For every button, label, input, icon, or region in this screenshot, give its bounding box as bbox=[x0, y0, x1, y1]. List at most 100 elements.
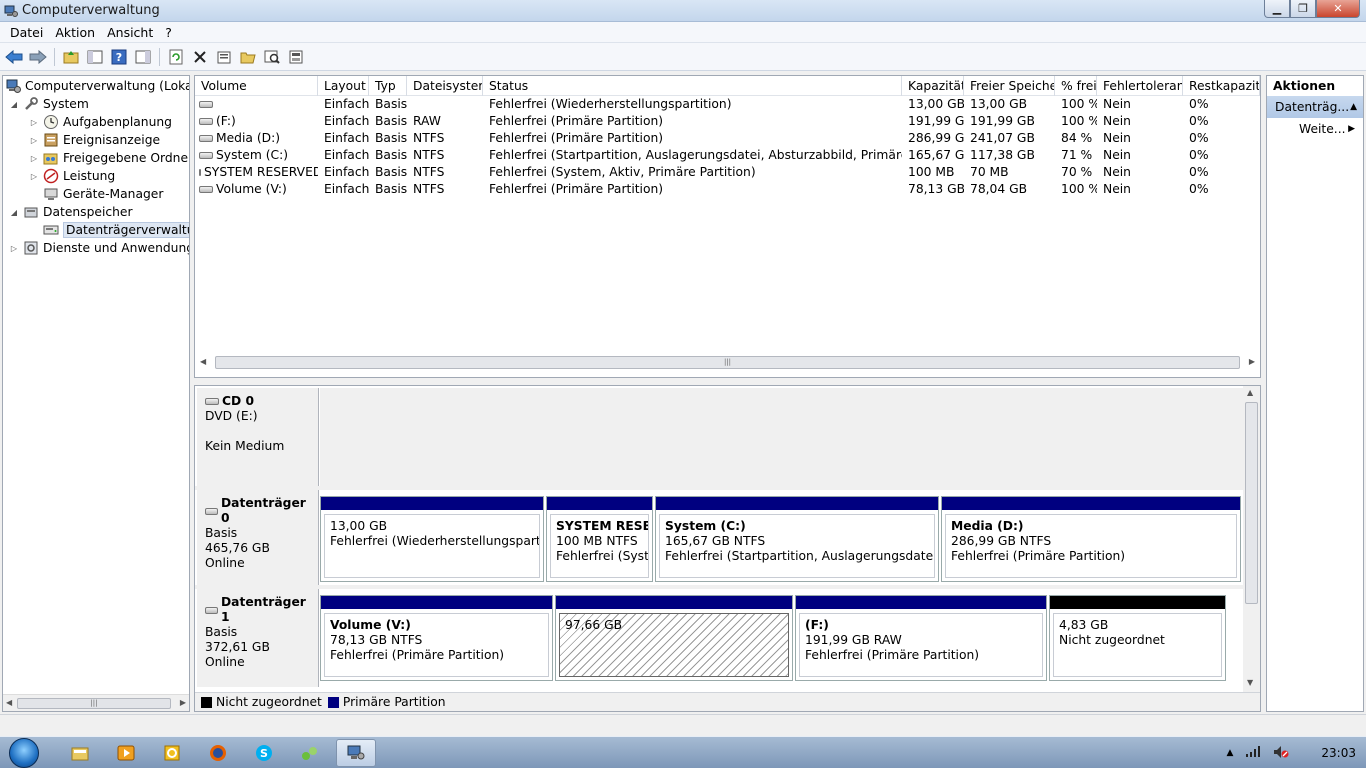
table-row[interactable]: (F:) Einfach Basis RAW Fehlerfrei (Primä… bbox=[195, 113, 1260, 130]
table-row[interactable]: Einfach Basis Fehlerfrei (Wiederherstell… bbox=[195, 96, 1260, 113]
partition-selected-hatched[interactable]: 97,66 GB bbox=[555, 595, 793, 681]
network-app-icon bbox=[302, 747, 317, 760]
partition-volume-v[interactable]: Volume (V:) 78,13 GB NTFS Fehlerfrei (Prim… bbox=[320, 595, 553, 681]
services-icon bbox=[23, 240, 39, 256]
disk-info-cd0[interactable]: CD 0 DVD (E:) Kein Medium bbox=[197, 388, 319, 486]
clock-icon bbox=[43, 114, 59, 130]
volume-muted-icon[interactable] bbox=[1273, 745, 1289, 762]
table-row[interactable]: Media (D:) Einfach Basis NTFS Fehlerfrei… bbox=[195, 130, 1260, 147]
tree-item-aufgabenplanung[interactable]: ▷ Aufgabenplanung bbox=[29, 113, 172, 131]
taskbar-firefox[interactable] bbox=[198, 739, 238, 767]
menu-ansicht[interactable]: Ansicht bbox=[101, 25, 159, 40]
minimize-button[interactable]: ▁ bbox=[1264, 0, 1290, 18]
tree-item-leistung[interactable]: ▷ Leistung bbox=[29, 167, 115, 185]
col-dateisystem[interactable]: Dateisystem bbox=[407, 76, 483, 96]
actions-section-datentraeger[interactable]: Datenträg... ▲ bbox=[1267, 96, 1363, 118]
col-status[interactable]: Status bbox=[483, 76, 902, 96]
menu-aktion[interactable]: Aktion bbox=[49, 25, 101, 40]
taskbar-outlook[interactable] bbox=[152, 739, 192, 767]
partition-recovery[interactable]: 13,00 GB Fehlerfrei (Wiederherstellungspa… bbox=[320, 496, 544, 582]
partition-system-reserved[interactable]: SYSTEM RESERVI100 MB NTFSFehlerfrei (Sys… bbox=[546, 496, 653, 582]
scroll-left-icon[interactable]: ◀ bbox=[6, 698, 12, 707]
scroll-left-icon[interactable]: ◀ bbox=[200, 357, 206, 366]
disk0-area: 13,00 GB Fehlerfrei (Wiederherstellungspa… bbox=[320, 490, 1245, 585]
help-icon[interactable]: ? bbox=[109, 47, 129, 67]
col-layout[interactable]: Layout bbox=[318, 76, 369, 96]
scroll-up-icon[interactable]: ▲ bbox=[1247, 388, 1253, 397]
taskbar-computer-management[interactable] bbox=[336, 739, 376, 767]
start-button[interactable] bbox=[4, 737, 44, 768]
disk-info-disk1[interactable]: Datenträger 1 Basis 372,61 GB Online bbox=[197, 589, 319, 687]
disk-panel-vertical-scrollbar[interactable]: ▲ ▼ bbox=[1243, 386, 1260, 693]
tree-item-computerverwaltung[interactable]: Computerverwaltung (Lokal) bbox=[5, 77, 189, 95]
taskbar-network-app[interactable] bbox=[290, 739, 330, 767]
tree-item-freigegebene-ordner[interactable]: ▷ Freigegebene Ordner bbox=[29, 149, 189, 167]
tree-item-datenspeicher[interactable]: ◢ Datenspeicher bbox=[9, 203, 133, 221]
expand-icon[interactable]: ▷ bbox=[29, 154, 39, 163]
col-volume[interactable]: Volume bbox=[195, 76, 318, 96]
tree-item-datentraegerverwaltung[interactable]: Datenträgerverwaltung bbox=[43, 221, 189, 239]
partition-f[interactable]: (F:) 191,99 GB RAW Fehlerfrei (Primäre Par… bbox=[795, 595, 1047, 681]
partition-system-c[interactable]: System (C:) 165,67 GB NTFS Fehlerfrei (Sta… bbox=[655, 496, 939, 582]
table-row[interactable]: System (C:) Einfach Basis NTFS Fehlerfre… bbox=[195, 147, 1260, 164]
show-hide-tree-icon[interactable] bbox=[85, 47, 105, 67]
expand-icon[interactable]: ▷ bbox=[29, 118, 39, 127]
col-typ[interactable]: Typ bbox=[369, 76, 407, 96]
storage-icon bbox=[23, 204, 39, 220]
col-freier-speicher[interactable]: Freier Speicher bbox=[964, 76, 1055, 96]
show-hide-action-pane-icon[interactable] bbox=[133, 47, 153, 67]
menu-bar: Datei Aktion Ansicht ? bbox=[0, 22, 1366, 43]
device-manager-icon bbox=[43, 186, 59, 202]
collapse-icon[interactable]: ◢ bbox=[9, 208, 19, 217]
back-arrow-icon[interactable] bbox=[4, 47, 24, 67]
menu-help[interactable]: ? bbox=[159, 25, 178, 40]
scroll-right-icon[interactable]: ▶ bbox=[1249, 357, 1255, 366]
taskbar-explorer[interactable] bbox=[60, 739, 100, 767]
scroll-right-icon[interactable]: ▶ bbox=[180, 698, 186, 707]
delete-icon[interactable] bbox=[190, 47, 210, 67]
show-hidden-icons-icon[interactable]: ▲ bbox=[1226, 748, 1233, 758]
partition-unallocated[interactable]: 4,83 GB Nicht zugeordnet bbox=[1049, 595, 1226, 681]
computer-management-icon bbox=[5, 78, 21, 94]
open-folder-icon[interactable] bbox=[238, 47, 258, 67]
col-kapazitaet[interactable]: Kapazität bbox=[902, 76, 964, 96]
scroll-down-icon[interactable]: ▼ bbox=[1247, 678, 1253, 687]
tree-item-geraete-manager[interactable]: Geräte-Manager bbox=[43, 185, 163, 203]
expand-icon[interactable]: ▷ bbox=[9, 244, 19, 253]
tree-horizontal-scrollbar[interactable]: ◀ ||| ▶ bbox=[3, 694, 189, 711]
table-row[interactable]: SYSTEM RESERVED Einfach Basis NTFS Fehle… bbox=[195, 164, 1260, 181]
scrollbar-thumb[interactable]: ||| bbox=[215, 356, 1240, 369]
expand-icon[interactable]: ▷ bbox=[29, 136, 39, 145]
scrollbar-thumb[interactable]: ||| bbox=[17, 698, 171, 709]
partition-media-d[interactable]: Media (D:) 286,99 GB NTFS Fehlerfrei (Prim… bbox=[941, 496, 1241, 582]
tree-item-system[interactable]: ◢ System bbox=[9, 95, 89, 113]
taskbar: S ▲ 23:03 bbox=[0, 736, 1366, 768]
forward-arrow-icon[interactable] bbox=[28, 47, 48, 67]
action-weitere[interactable]: Weite... ▶ bbox=[1267, 118, 1363, 140]
tree-item-ereignisanzeige[interactable]: ▷ Ereignisanzeige bbox=[29, 131, 160, 149]
scrollbar-thumb[interactable] bbox=[1245, 402, 1258, 604]
maximize-button[interactable]: ❐ bbox=[1290, 0, 1316, 18]
collapse-icon[interactable]: ◢ bbox=[9, 100, 19, 109]
search-icon[interactable] bbox=[262, 47, 282, 67]
disk-info-disk0[interactable]: Datenträger 0 Basis 465,76 GB Online bbox=[197, 490, 319, 585]
up-folder-icon[interactable] bbox=[61, 47, 81, 67]
network-signal-icon[interactable] bbox=[1245, 745, 1261, 761]
taskbar-media-player[interactable] bbox=[106, 739, 146, 767]
clock[interactable]: 23:03 bbox=[1321, 746, 1356, 760]
tree-item-dienste-und-anwendungen[interactable]: ▷ Dienste und Anwendungen bbox=[9, 239, 189, 257]
disk-settings-icon[interactable] bbox=[286, 47, 306, 67]
menu-datei[interactable]: Datei bbox=[4, 25, 49, 40]
close-button[interactable]: ✕ bbox=[1316, 0, 1360, 18]
table-row[interactable]: Volume (V:) Einfach Basis NTFS Fehlerfre… bbox=[195, 181, 1260, 198]
disk-icon bbox=[205, 507, 218, 515]
col-prozent-frei[interactable]: % frei bbox=[1055, 76, 1097, 96]
taskbar-skype[interactable]: S bbox=[244, 739, 284, 767]
collapse-up-icon[interactable]: ▲ bbox=[1350, 96, 1357, 118]
volume-list-horizontal-scrollbar[interactable]: ◀ ||| ▶ bbox=[195, 354, 1260, 371]
properties-icon[interactable] bbox=[214, 47, 234, 67]
expand-icon[interactable]: ▷ bbox=[29, 172, 39, 181]
refresh-icon[interactable] bbox=[166, 47, 186, 67]
col-fehlertoleranz[interactable]: Fehlertoleranz bbox=[1097, 76, 1183, 96]
col-restkapazitaet[interactable]: Restkapazität bbox=[1183, 76, 1260, 96]
